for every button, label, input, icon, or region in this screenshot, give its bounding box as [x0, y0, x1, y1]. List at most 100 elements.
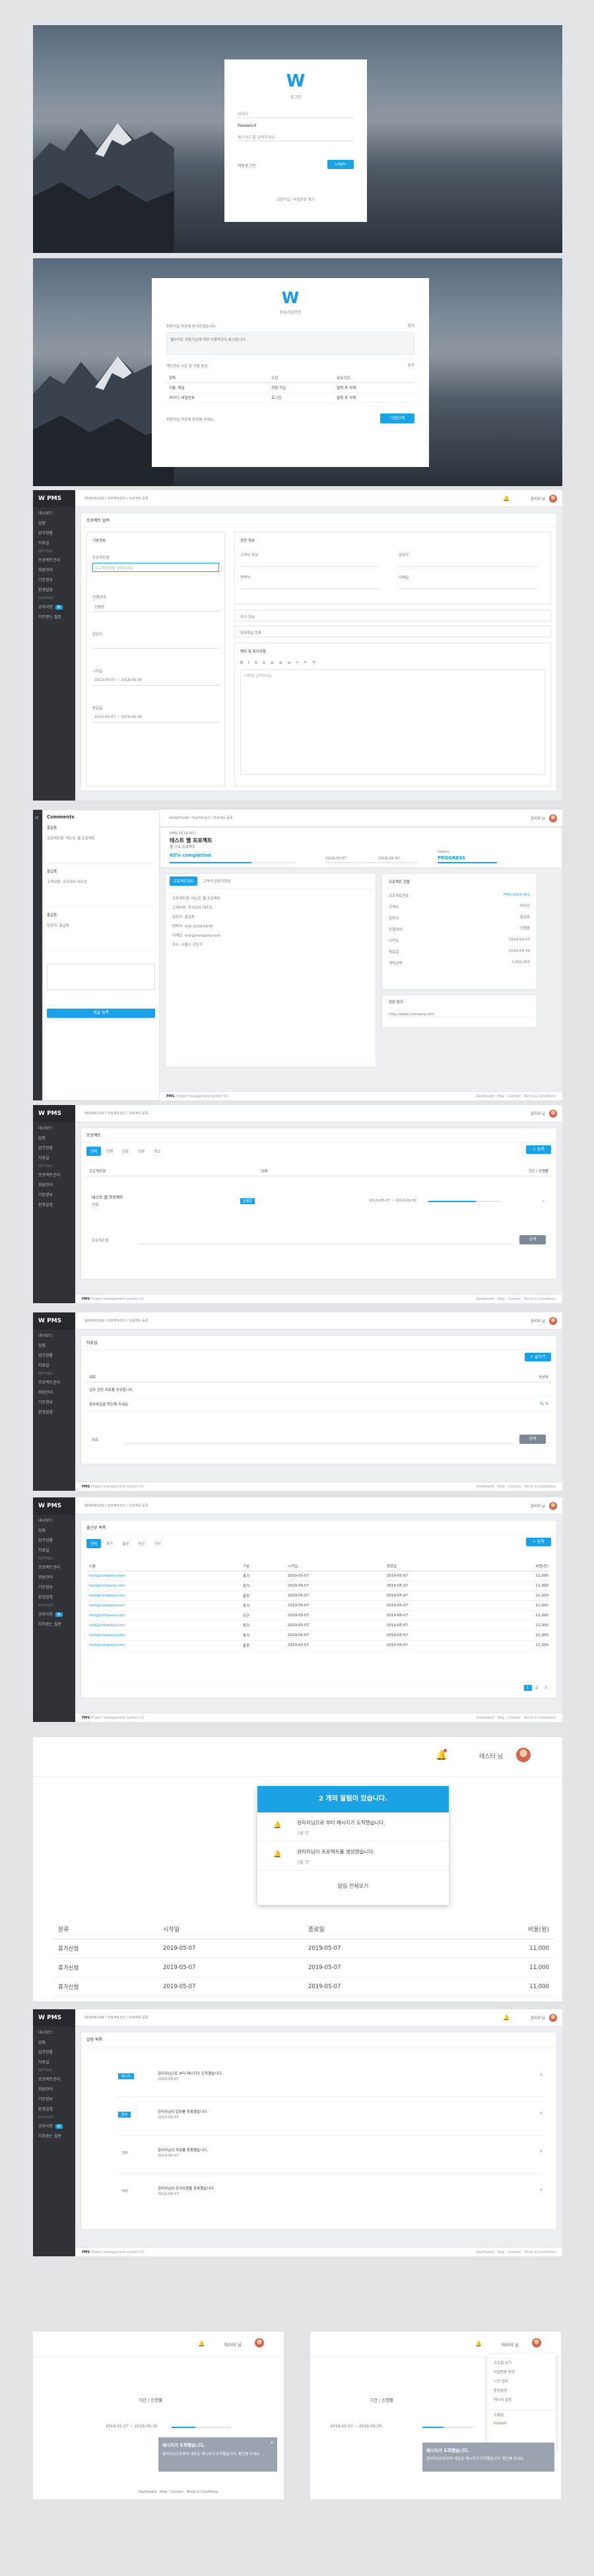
sidebar-item-files[interactable]: 자료실 — [33, 537, 75, 547]
search-button[interactable]: 검색 — [519, 1235, 546, 1244]
table-row[interactable]: 테스트 웹 프로젝트 진행 진행중 2019-05-07 ~ 2019-09-3… — [92, 1194, 546, 1217]
table-row[interactable]: test@company.com 휴가 2019-05-07 2019-05-07 11… — [86, 1630, 551, 1641]
sidebar-item-files[interactable]: 자료실 — [33, 1152, 75, 1162]
user-name[interactable]: 관리자 님 — [531, 2015, 545, 2021]
toast-notification[interactable]: 메시지가 도착했습니다. 관리자님으로부터 새로운 메시지가 도착했습니다. 확… — [158, 2437, 277, 2472]
sidebar-item-dashboard[interactable]: 대시보드 — [33, 1122, 75, 1132]
add-project-button[interactable]: + 등록 — [526, 1145, 551, 1154]
sidebar-item-work[interactable]: 업무현황 — [33, 527, 75, 537]
sidebar-item-members[interactable]: 회원관리 — [33, 564, 75, 574]
bell-icon[interactable]: 🔔 — [475, 2341, 482, 2347]
sidebar-item-alarm[interactable]: 알림 — [33, 1340, 75, 1349]
menu-item-password[interactable]: 비밀번호 변경 — [487, 2367, 556, 2377]
table-row[interactable]: test@company.com 출장 2019-05-07 2019-05-07 11… — [86, 1591, 551, 1601]
tab-client-info[interactable]: 고객사 담당자정보 — [199, 877, 234, 886]
sidebar-item-config[interactable]: 환경설정 — [33, 1591, 75, 1601]
avatar[interactable] — [549, 814, 557, 822]
sidebar-item-basic[interactable]: 기본정보 — [33, 2093, 75, 2103]
tab-etc[interactable]: 기타 — [150, 1539, 165, 1548]
extra-info-row[interactable]: 추가 정보 — [234, 610, 551, 622]
search-button[interactable]: 검색 — [519, 1435, 546, 1444]
link-value[interactable]: http://www.company.com — [389, 1013, 530, 1017]
search-input[interactable] — [125, 1435, 513, 1444]
footer-link-dashboard[interactable]: Dashboard — [476, 1094, 494, 1098]
search-label[interactable]: 프로젝트명 — [92, 1238, 108, 1243]
privacy-checkbox[interactable]: 동의 — [408, 363, 414, 368]
sidebar-item-dashboard[interactable]: 대시보드 — [33, 2026, 75, 2036]
date-range-input[interactable]: 2019-05-07 ~ 2019-09-30 — [92, 676, 219, 686]
user-name[interactable]: 테스터 님 — [224, 2341, 242, 2347]
table-row[interactable]: test@company.com 휴가 2019-05-07 2019-05-07 11… — [86, 1620, 551, 1631]
user-name[interactable]: 테스터 님 — [479, 1752, 503, 1760]
alarm-row[interactable]: 기타 관리자님이 공지사항을 등록했습니다. 2019-05-07 × — [118, 2180, 543, 2212]
agree-checkbox[interactable]: 동의 — [408, 323, 414, 328]
sidebar-item-project-admin[interactable]: 프로젝트관리 — [33, 2073, 75, 2083]
avatar[interactable] — [549, 495, 557, 503]
remember-checkbox[interactable]: 자동로그인 — [238, 162, 256, 168]
sidebar-item-work[interactable]: 업무현황 — [33, 2046, 75, 2056]
menu-icon[interactable]: ≡ — [33, 810, 42, 826]
close-icon[interactable]: × — [539, 2149, 543, 2154]
table-row[interactable]: test@company.com 휴가 2019-05-07 2019-05-07 11… — [86, 1571, 551, 1581]
tab-done[interactable]: 완료 — [118, 1147, 133, 1156]
sidebar-item-project-admin[interactable]: 프로젝트관리 — [33, 554, 75, 564]
login-button[interactable]: Login — [327, 160, 354, 169]
write-button[interactable]: + 글쓰기 — [525, 1353, 551, 1361]
file-upload-row[interactable]: 첨부파일 등록 — [234, 626, 551, 637]
sidebar-item-basic[interactable]: 기본정보 — [33, 574, 75, 584]
contact-input[interactable] — [399, 560, 537, 567]
footer-link-contact[interactable]: Contact — [508, 1094, 520, 1098]
tab-all[interactable]: 전체 — [86, 1147, 102, 1156]
avatar[interactable] — [255, 2338, 264, 2347]
email-input[interactable] — [399, 583, 537, 589]
sidebar-item-files[interactable]: 자료실 — [33, 1544, 75, 1554]
sidebar-item-dashboard[interactable]: 대시보드 — [33, 507, 75, 517]
sidebar-item-dashboard[interactable]: 대시보드 — [33, 1330, 75, 1340]
table-row[interactable]: test@company.com 출장 2019-05-07 2019-05-07 11… — [86, 1640, 551, 1651]
tab-vacation[interactable]: 휴가 — [102, 1539, 117, 1548]
search-label[interactable]: 제목 — [92, 1437, 98, 1443]
menu-item-profile[interactable]: 프로필 보기 — [487, 2358, 556, 2367]
view-all-notifications[interactable]: 알림 전체보기 — [257, 1871, 449, 1890]
client-input[interactable] — [240, 560, 379, 567]
sidebar-item-config[interactable]: 환경설정 — [33, 1406, 75, 1416]
project-name-input[interactable]: 프로젝트명을 입력하세요 — [92, 563, 219, 572]
menu-item-settings[interactable]: 환경설정 — [487, 2386, 556, 2395]
table-row[interactable]: test@company.com 휴가 2019-05-07 2019-05-07 11… — [86, 1600, 551, 1611]
phone-input[interactable] — [240, 583, 379, 589]
sidebar-item-faq[interactable]: 자주묻는 질문 — [33, 1618, 75, 1628]
menu-item-logout[interactable]: Logout — [487, 2419, 556, 2427]
close-icon[interactable]: × — [539, 2072, 543, 2077]
sidebar-item-alarm[interactable]: 알림 — [33, 2036, 75, 2046]
sidebar-item-work[interactable]: 업무현황 — [33, 1349, 75, 1359]
table-row[interactable]: 휴가신청 2019-05-07 2019-05-07 11,000 — [53, 1958, 554, 1978]
table-row[interactable]: 휴가신청 2019-05-07 2019-05-07 11,000 — [53, 1939, 554, 1958]
sidebar-item-faq[interactable]: 자주묻는 질문 — [33, 611, 75, 621]
bell-icon[interactable]: 🔔 — [198, 2341, 205, 2347]
sidebar-item-config[interactable]: 환경설정 — [33, 584, 75, 594]
bell-icon[interactable]: 🔔 — [503, 2015, 510, 2021]
comment-submit-button[interactable]: 댓글 등록 — [47, 1009, 155, 1018]
sidebar-item-alarm[interactable]: 알림 — [33, 1524, 75, 1534]
tab-progress[interactable]: 진행 — [102, 1147, 117, 1156]
page-1[interactable]: 1 — [523, 1685, 532, 1691]
signup-link[interactable]: 회원가입 | 비밀번호 찾기 — [238, 197, 354, 202]
sidebar-item-basic[interactable]: 기본정보 — [33, 1396, 75, 1406]
menu-item-mywork[interactable]: 나의 업무 — [487, 2377, 556, 2386]
sidebar-item-members[interactable]: 회원관리 — [33, 2083, 75, 2093]
footer-link-terms[interactable]: Terms & Conditions — [524, 1094, 556, 1098]
sidebar-item-dashboard[interactable]: 대시보드 — [33, 1515, 75, 1524]
table-row[interactable]: 휴가신청 2019-05-07 2019-05-07 11,000 — [53, 1977, 554, 1997]
table-row[interactable]: 업무 관련 자료를 공유합니다. — [86, 1382, 551, 1397]
status-select[interactable]: 진행중 — [92, 602, 219, 612]
user-name[interactable]: 관리자 님 — [531, 496, 545, 501]
toast-notification[interactable]: 메시지가 도착했습니다. 관리자님으로부터 새로운 메시지가 도착했습니다. 확… — [422, 2443, 554, 2472]
avatar[interactable] — [549, 1110, 557, 1118]
chevron-down-icon[interactable]: ⌄ — [541, 1197, 546, 1203]
manager-input[interactable] — [92, 639, 219, 649]
sidebar-item-members[interactable]: 회원관리 — [33, 1179, 75, 1189]
user-name[interactable]: 관리자 님 — [531, 1111, 545, 1116]
sidebar-item-notice[interactable]: 공지사항 N — [33, 2120, 75, 2130]
sidebar-item-basic[interactable]: 기본정보 — [33, 1189, 75, 1199]
comment-input[interactable] — [47, 964, 155, 990]
